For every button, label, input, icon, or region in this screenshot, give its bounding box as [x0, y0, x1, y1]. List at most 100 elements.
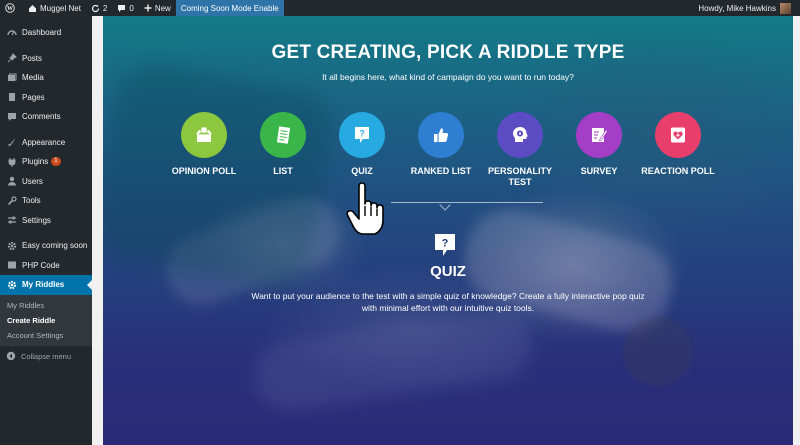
type-label: LIST: [273, 166, 293, 176]
pages-icon: [6, 92, 17, 103]
my-riddles-submenu: My Riddles Create Riddle Account Setting…: [0, 294, 92, 346]
updates-link[interactable]: 2: [86, 0, 112, 16]
menu-label: My Riddles: [22, 280, 65, 290]
menu-label: Comments: [22, 112, 61, 122]
home-icon: [29, 4, 36, 12]
menu-label: Tools: [22, 196, 41, 206]
type-personality-test[interactable]: PERSONALITY TEST: [480, 112, 560, 188]
submenu-create-riddle[interactable]: Create Riddle: [0, 313, 92, 328]
collapse-arrow-icon: [6, 351, 17, 362]
background-watch-shape: [623, 316, 693, 386]
survey-pencil-icon: [592, 128, 608, 142]
selection-divider: [391, 202, 543, 203]
site-name-link[interactable]: Muggel Net: [23, 0, 86, 16]
menu-label: Appearance: [22, 137, 66, 147]
type-icon-circle: [655, 112, 701, 158]
background-photo-shape: [249, 306, 537, 416]
type-ranked-list[interactable]: RANKED LIST: [401, 112, 481, 177]
paintbrush-icon: [6, 137, 17, 148]
type-icon-circle: [497, 112, 543, 158]
thumbs-up-icon: [434, 128, 449, 142]
menu-label: Easy coming soon: [22, 241, 88, 251]
selected-type-description: Want to put your audience to the test wi…: [251, 291, 645, 313]
admin-bar: W Muggel Net 2 0 New Coming Soon Mode En…: [0, 0, 800, 16]
type-list[interactable]: LIST: [243, 112, 323, 177]
head-brain-icon: [513, 126, 528, 142]
menu-my-riddles[interactable]: My Riddles: [0, 275, 92, 295]
selected-question-icon: ?: [435, 234, 455, 256]
plus-icon: [144, 4, 152, 12]
howdy-text: Howdy, Mike Hawkins: [698, 3, 776, 13]
user-icon: [6, 176, 17, 187]
menu-users[interactable]: Users: [0, 172, 92, 192]
page-title: GET CREATING, PICK A RIDDLE TYPE: [271, 42, 625, 63]
svg-text:?: ?: [442, 238, 449, 250]
comments-link[interactable]: 0: [112, 0, 138, 16]
menu-php-code[interactable]: PHP Code: [0, 256, 92, 276]
comments-icon: [6, 111, 17, 122]
heart-plus-icon: [671, 127, 685, 143]
new-content-link[interactable]: New: [139, 0, 176, 16]
type-label: OPINION POLL: [171, 166, 237, 176]
new-label: New: [154, 3, 171, 13]
menu-plugins[interactable]: Plugins 1: [0, 152, 92, 172]
menu-appearance[interactable]: Appearance: [0, 133, 92, 153]
collapse-label: Collapse menu: [21, 352, 72, 361]
type-icon-circle: ?: [339, 112, 385, 158]
list-icon: [276, 126, 291, 144]
media-icon: [6, 72, 17, 83]
code-icon: [6, 260, 17, 271]
menu-settings[interactable]: Settings: [0, 211, 92, 231]
plug-icon: [6, 156, 17, 167]
wrench-icon: [6, 195, 17, 206]
wordpress-logo-icon[interactable]: W: [0, 0, 23, 16]
menu-comments[interactable]: Comments: [0, 107, 92, 127]
menu-easy-coming-soon[interactable]: Easy coming soon: [0, 236, 92, 256]
type-label: QUIZ: [351, 166, 373, 176]
menu-label: PHP Code: [22, 260, 60, 270]
collapse-menu-button[interactable]: Collapse menu: [0, 348, 92, 366]
menu-media[interactable]: Media: [0, 68, 92, 88]
menu-label: Media: [22, 73, 44, 83]
menu-label: Settings: [22, 215, 51, 225]
type-label: SURVEY: [580, 166, 618, 176]
pushpin-icon: [6, 53, 17, 64]
question-icon: ?: [355, 127, 369, 143]
type-icon-circle: [181, 112, 227, 158]
menu-pages[interactable]: Pages: [0, 88, 92, 108]
type-opinion-poll[interactable]: OPINION POLL: [164, 112, 244, 177]
gear-icon: [6, 279, 17, 290]
menu-posts[interactable]: Posts: [0, 49, 92, 69]
type-quiz[interactable]: ? QUIZ: [322, 112, 402, 177]
type-survey[interactable]: SURVEY: [559, 112, 639, 177]
comment-bubble-icon: [118, 4, 126, 12]
avatar: [780, 2, 791, 14]
refresh-icon: [91, 4, 100, 12]
type-label: REACTION POLL: [641, 166, 715, 176]
submenu-account-settings[interactable]: Account Settings: [0, 328, 92, 343]
type-label: PERSONALITY TEST: [487, 166, 552, 187]
dashboard-icon: [6, 27, 17, 38]
hand-pointer-cursor-icon: [346, 182, 384, 235]
menu-label: Pages: [22, 92, 45, 102]
admin-sidebar: Dashboard Posts Media Pages Comments App…: [0, 16, 92, 445]
riddle-type-picker: GET CREATING, PICK A RIDDLE TYPE It all …: [103, 16, 793, 445]
submenu-my-riddles[interactable]: My Riddles: [0, 298, 92, 313]
page-subtitle: It all begins here, what kind of campaig…: [322, 72, 574, 82]
menu-dashboard[interactable]: Dashboard: [0, 23, 92, 43]
updates-count: 2: [102, 3, 108, 13]
selected-type-title: QUIZ: [430, 263, 466, 280]
type-reaction-poll[interactable]: REACTION POLL: [638, 112, 718, 177]
type-icon-circle: [576, 112, 622, 158]
coming-soon-toggle[interactable]: Coming Soon Mode Enable: [175, 0, 284, 16]
menu-label: Plugins: [22, 157, 49, 167]
gear-icon: [6, 240, 17, 251]
account-menu[interactable]: Howdy, Mike Hawkins: [693, 0, 800, 16]
plugins-update-badge: 1: [51, 157, 61, 167]
menu-tools[interactable]: Tools: [0, 191, 92, 211]
menu-label: Dashboard: [22, 28, 62, 38]
svg-text:W: W: [7, 6, 13, 12]
menu-label: Posts: [22, 53, 43, 63]
svg-text:?: ?: [359, 129, 365, 139]
type-label: RANKED LIST: [410, 166, 472, 176]
